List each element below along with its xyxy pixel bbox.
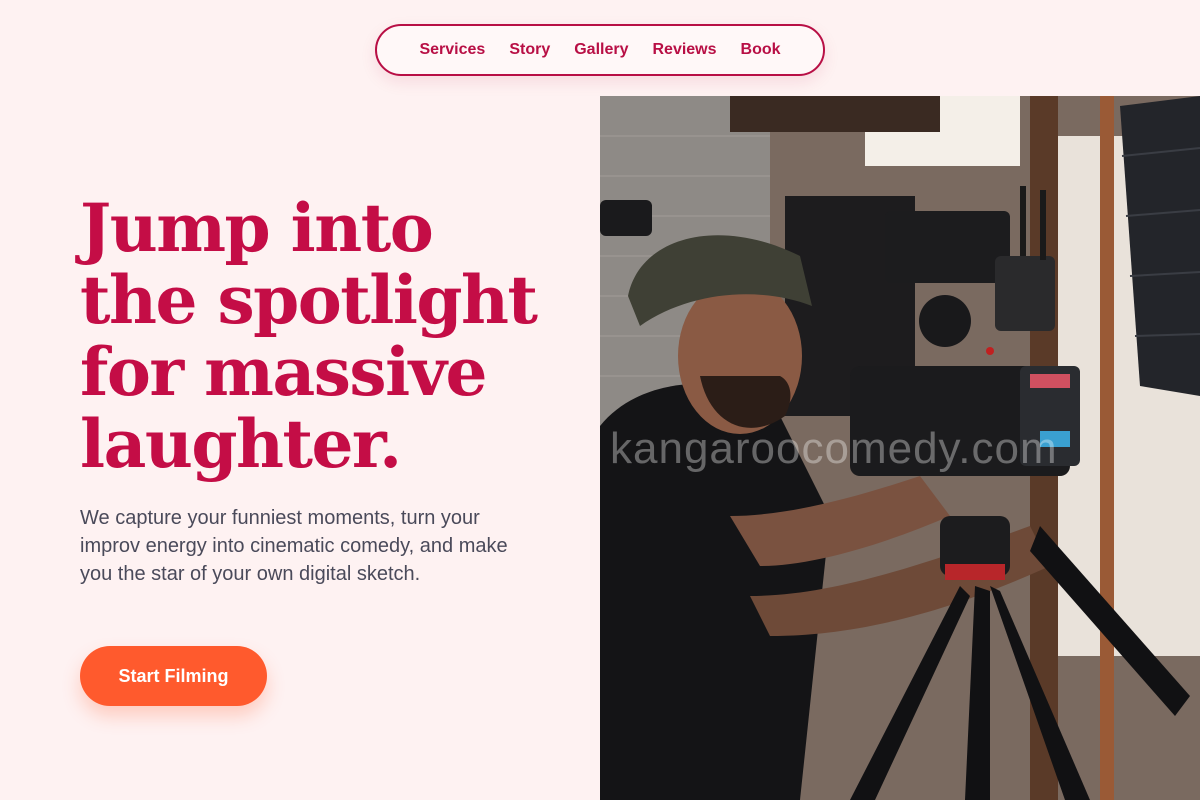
nav-link-gallery[interactable]: Gallery [574,41,628,59]
hero-photo: kangaroocomedy.com [600,96,1200,800]
hero-title-line-3: for massive [80,333,488,411]
hero-title-line-1: Jump into [80,189,434,267]
nav-link-reviews[interactable]: Reviews [652,41,716,59]
start-filming-button[interactable]: Start Filming [80,646,267,706]
hero-title-line-2: the spotlight [80,261,538,339]
watermark-text: kangaroocomedy.com [610,424,1058,473]
top-nav: Services Story Gallery Reviews Book [375,24,825,76]
nav-link-story[interactable]: Story [509,41,550,59]
hero-subtitle: We capture your funniest moments, turn y… [80,507,508,585]
nav-link-services[interactable]: Services [419,41,485,59]
nav-link-book[interactable]: Book [741,41,781,59]
landing-page: Services Story Gallery Reviews Book Jump… [0,0,1200,800]
hero-title: Jump into the spotlight for massive laug… [80,192,580,480]
hero-title-line-4: laughter. [80,405,402,483]
